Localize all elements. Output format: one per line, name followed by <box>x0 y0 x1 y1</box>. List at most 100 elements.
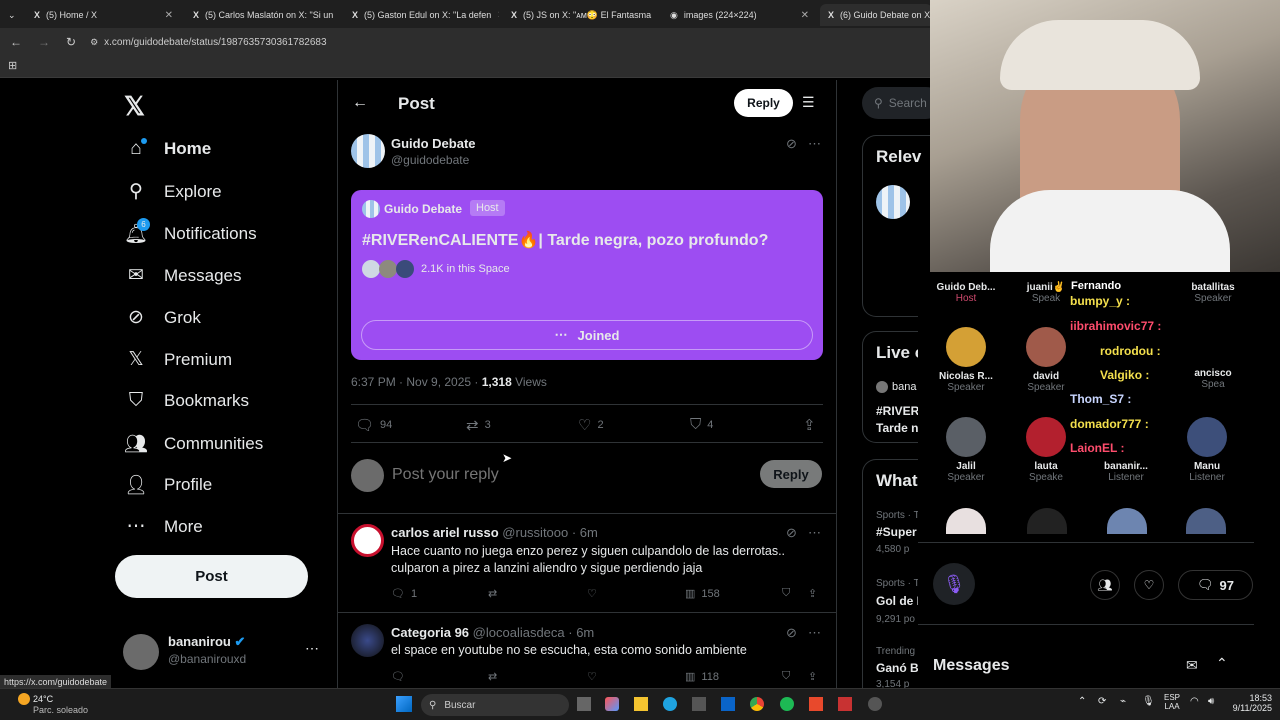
wifi-icon[interactable]: ◠ <box>1190 696 1199 707</box>
like-action[interactable]: ♡ <box>587 670 597 683</box>
like-action[interactable]: ♡ 2 <box>578 416 604 434</box>
bookmark-action[interactable]: ⛉ 4 <box>690 416 713 433</box>
space-card[interactable]: Guido Debate Host #RIVERenCALIENTE🔥| Tar… <box>351 190 823 360</box>
more-icon[interactable]: ⋯ <box>305 640 319 657</box>
nav-messages[interactable]: ✉ Messages <box>124 264 241 287</box>
speaker-tile[interactable]: david Speaker <box>1006 327 1086 393</box>
nav-notifications[interactable]: 🔔︎ Notifications 6 <box>124 218 257 246</box>
browser-tab[interactable]: ◉ images (224×224) ✕ <box>662 4 817 26</box>
post-button[interactable]: Post <box>115 555 308 598</box>
store-icon[interactable] <box>692 697 706 711</box>
close-icon[interactable]: ✕ <box>801 10 809 21</box>
network-icon[interactable]: ⌁ <box>1120 696 1126 707</box>
repost-action[interactable]: ⇄ 3 <box>466 416 491 434</box>
nav-home[interactable]: ⌂ Home <box>124 138 211 160</box>
url-field[interactable]: x.com/guidodebate/status/198763573036178… <box>104 37 326 48</box>
people-icon[interactable]: 👥︎ <box>1090 570 1120 600</box>
grok-icon[interactable]: ⊘ <box>786 136 797 152</box>
close-icon[interactable]: ✕ <box>497 10 499 21</box>
mic-tray-icon[interactable]: 🎙︎ <box>1142 696 1155 707</box>
x-logo-icon[interactable]: 𝕏 <box>124 91 145 122</box>
chat-count-button[interactable]: 🗨︎ 97 <box>1178 570 1253 600</box>
compose-message-icon[interactable]: ✉ <box>1186 657 1198 674</box>
reply-header-button[interactable]: Reply <box>734 89 793 117</box>
trend-name[interactable]: Ganó B <box>876 661 919 675</box>
reply-author[interactable]: carlos ariel russo @russitooo · 6m <box>391 525 598 540</box>
heart-plus-icon[interactable]: ♡ <box>1134 570 1164 600</box>
speaker-tile[interactable]: batallitas Speaker <box>1173 282 1253 304</box>
edge-icon[interactable] <box>663 697 677 711</box>
back-icon[interactable]: ← <box>10 35 22 49</box>
spotify-icon[interactable] <box>780 697 794 711</box>
outlook-icon[interactable] <box>721 697 735 711</box>
reply-submit-button[interactable]: Reply <box>760 460 822 488</box>
settings-sliders-icon[interactable]: ☰ <box>802 94 815 111</box>
reply-action[interactable]: 🗨︎ 1 <box>391 587 417 601</box>
repost-action[interactable]: ⇄ <box>488 587 497 600</box>
author-handle[interactable]: @guidodebate <box>391 153 469 167</box>
bookmark-action[interactable]: ⛉ <box>782 670 790 683</box>
tab-menu-button[interactable]: ⌄ <box>0 4 26 26</box>
messages-drawer-title[interactable]: Messages <box>933 657 1010 675</box>
close-icon[interactable]: ✕ <box>339 10 340 21</box>
avatar[interactable] <box>351 624 384 657</box>
browser-tab-active[interactable]: X (6) Guido Debate on X: "h <box>820 4 932 26</box>
nav-communities[interactable]: 👥︎ Communities <box>124 432 263 456</box>
avatar[interactable] <box>876 185 910 219</box>
reply-action[interactable]: 🗨︎ 94 <box>355 416 392 434</box>
reload-icon[interactable]: ↻ <box>66 35 76 49</box>
speaker-tile[interactable]: Guido Deb... Host <box>926 282 1006 304</box>
app-icon[interactable] <box>809 697 823 711</box>
browser-tab[interactable]: X (5) JS on X: "ᴀᴍ😳 El Fantasma ✕ <box>503 4 658 26</box>
expand-icon[interactable]: ⌃ <box>1216 655 1228 672</box>
nav-profile[interactable]: 👤︎ Profile <box>124 473 212 497</box>
account-switcher[interactable]: bananirou ✔ @bananirouxd ⋯ <box>115 630 325 674</box>
task-view-icon[interactable] <box>577 697 591 711</box>
repost-action[interactable]: ⇄ <box>488 670 497 683</box>
clock[interactable]: 18:53 9/11/2025 <box>1226 693 1272 713</box>
trend-name[interactable]: #Super <box>876 525 917 539</box>
more-icon[interactable]: ⋯ <box>808 625 821 641</box>
grok-icon[interactable]: ⊘ <box>786 525 797 541</box>
copilot-icon[interactable] <box>605 697 619 711</box>
reply-author[interactable]: Categoria 96 @locoaliasdeca · 6m <box>391 625 594 640</box>
back-arrow-icon[interactable]: ← <box>352 94 368 112</box>
obs-icon[interactable] <box>868 697 882 711</box>
speaker-tile[interactable]: ancisco Spea <box>1173 368 1253 390</box>
joined-button[interactable]: ⋯ Joined <box>361 320 813 350</box>
taskbar-search[interactable]: ⚲ Buscar <box>421 694 569 716</box>
chrome-icon[interactable] <box>750 697 764 711</box>
tray-chevron-icon[interactable]: ⌃ <box>1078 696 1086 707</box>
speaker-tile[interactable]: Jalil Speaker <box>926 417 1006 483</box>
nav-bookmarks[interactable]: ⛉ Bookmarks <box>124 390 249 412</box>
app-icon[interactable] <box>838 697 852 711</box>
author-name[interactable]: Guido Debate <box>391 136 476 151</box>
weather-icon[interactable] <box>18 693 30 705</box>
nav-explore[interactable]: ⚲ Explore <box>124 180 222 203</box>
reply-action[interactable]: 🗨︎ <box>391 670 405 683</box>
microphone-icon[interactable]: 🎙︎ <box>933 563 975 605</box>
browser-tab[interactable]: X (5) Home / X ✕ <box>26 4 181 26</box>
close-icon[interactable]: ✕ <box>165 10 173 21</box>
reply-compose-input[interactable] <box>392 462 732 488</box>
share-action[interactable]: ⇪ <box>803 416 816 434</box>
apps-grid-icon[interactable]: ⊞ <box>8 59 17 72</box>
browser-tab[interactable]: X (5) Gaston Edul on X: "La defen ✕ <box>344 4 499 26</box>
nav-grok[interactable]: ⊘ Grok <box>124 306 201 329</box>
close-icon[interactable]: ✕ <box>657 10 658 21</box>
file-explorer-icon[interactable] <box>634 697 648 711</box>
windows-start-icon[interactable] <box>396 696 412 712</box>
language-indicator[interactable]: ESP LAA <box>1164 693 1180 711</box>
author-avatar[interactable] <box>351 134 385 168</box>
volume-icon[interactable]: 🔊︎ <box>1208 696 1214 707</box>
browser-tab[interactable]: X (5) Carlos Maslatón on X: "Si un ✕ <box>185 4 340 26</box>
share-action[interactable]: ⇪ <box>808 587 817 600</box>
speaker-tile[interactable]: Manu Listener <box>1167 417 1247 483</box>
share-action[interactable]: ⇪ <box>808 670 817 683</box>
more-icon[interactable]: ⋯ <box>808 525 821 541</box>
like-action[interactable]: ♡ <box>587 587 597 600</box>
bookmark-action[interactable]: ⛉ <box>782 587 790 600</box>
site-info-icon[interactable]: ⚙ <box>90 37 98 48</box>
tray-app-icon[interactable]: ⟳ <box>1098 696 1106 707</box>
views-action[interactable]: ▥ 158 <box>685 587 720 601</box>
